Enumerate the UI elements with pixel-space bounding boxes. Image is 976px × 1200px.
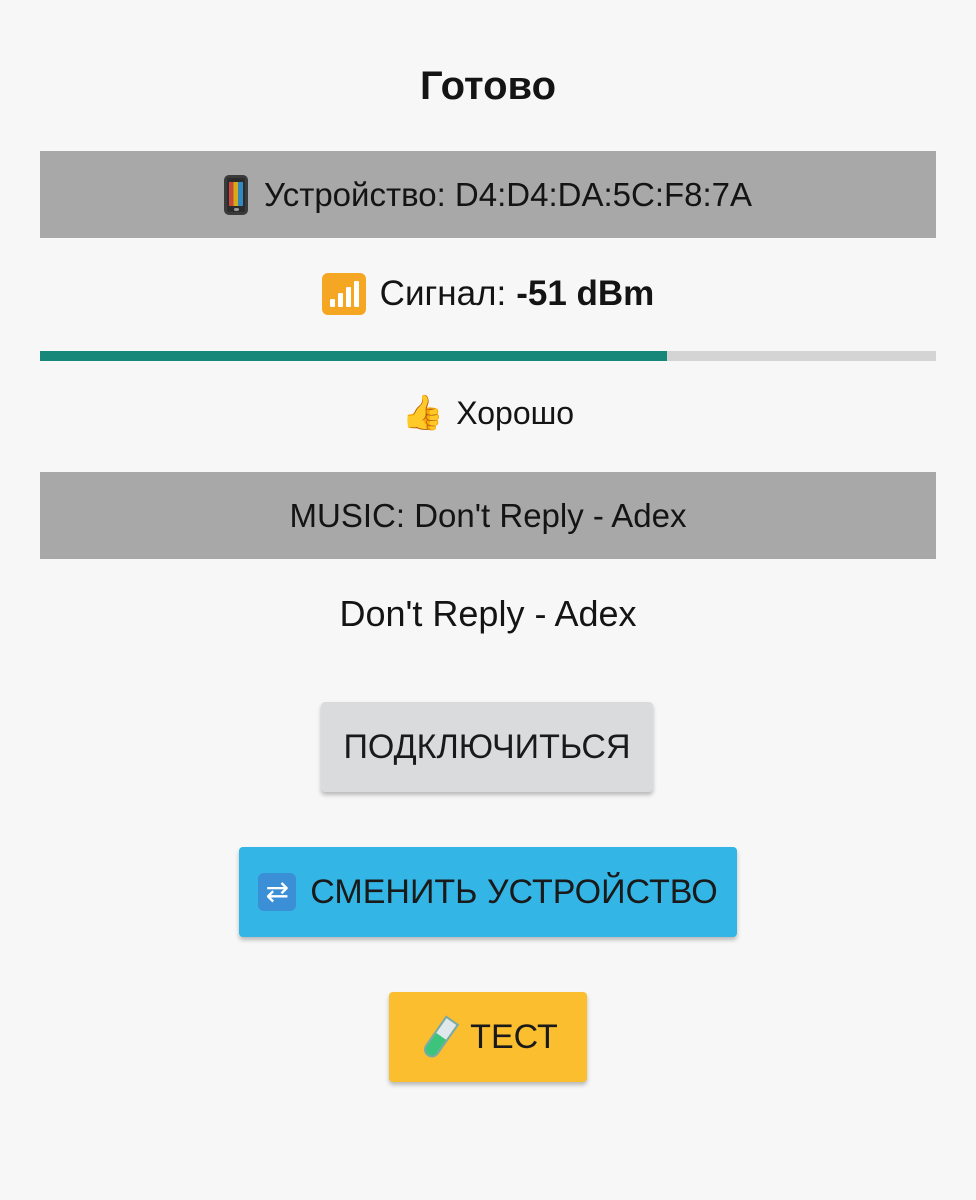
test-button-label: ТЕСТ [470,1017,558,1056]
music-info-bar: MUSIC: Don't Reply - Adex [40,472,936,559]
device-info-bar: Устройство: D4:D4:DA:5C:F8:7A [40,151,936,238]
track-title: Don't Reply - Adex [339,593,637,634]
connect-button-label: ПОДКЛЮЧИТЬСЯ [343,727,631,766]
signal-strength-fill [40,351,668,361]
switch-device-button[interactable]: ⇄ СМЕНИТЬ УСТРОЙСТВО [239,847,737,937]
swap-arrows-icon: ⇄ [258,873,297,911]
antenna-bars-icon [321,273,366,315]
test-button[interactable]: ТЕСТ [389,992,587,1082]
signal-row: Сигнал: -51 dBm [0,268,976,320]
signal-value: -51 dBm [516,274,655,313]
signal-strength-bar [40,351,936,361]
test-tube-icon [418,1016,456,1058]
music-header-label: MUSIC: Don't Reply - Adex [289,496,687,534]
connect-button[interactable]: ПОДКЛЮЧИТЬСЯ [321,702,653,792]
switch-device-label: СМЕНИТЬ УСТРОЙСТВО [310,872,718,911]
status-title: Готово [419,64,557,108]
thumbs-up-icon: 👍 [401,394,445,432]
signal-quality-label: Хорошо [456,394,575,431]
mobile-phone-icon [223,174,248,215]
app-screen: Готово Устройство: D4:D4:DA:5C:F8:7A Сиг… [0,0,976,1200]
device-label: Устройство: D4:D4:DA:5C:F8:7A [263,175,753,213]
signal-label: Сигнал: [379,274,507,313]
signal-quality: 👍 Хорошо [0,390,976,436]
